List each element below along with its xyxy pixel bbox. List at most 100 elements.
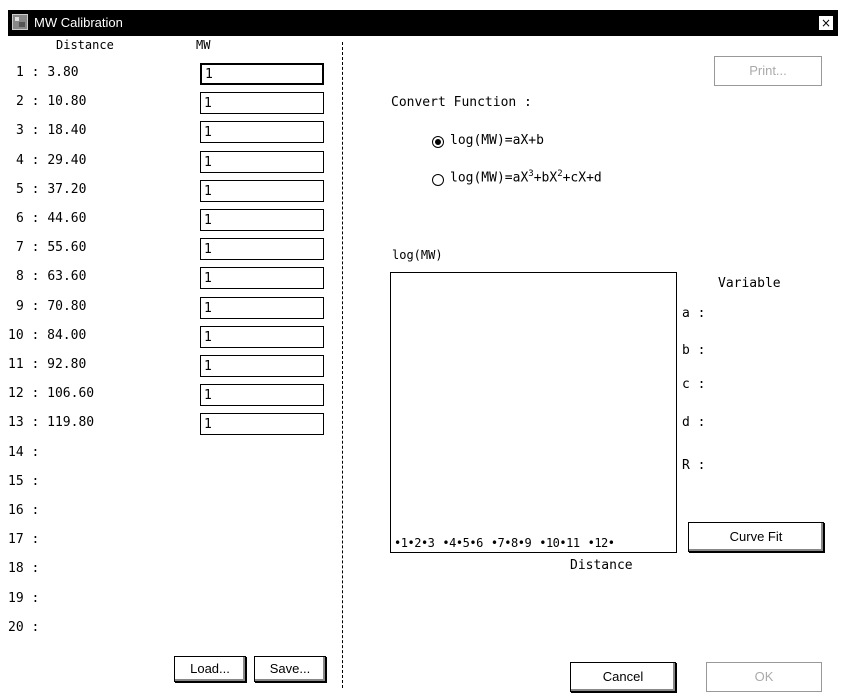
plot-marker: •4 [442,536,456,550]
mw-input-13[interactable] [200,413,324,435]
row-separator: : [23,532,48,547]
row-7-label: 7 : 55.60 [16,240,86,255]
row-distance: 119.80 [47,415,95,430]
app-icon[interactable] [12,14,28,30]
row-index: 17 [8,532,24,547]
row-index: 14 [8,445,24,460]
plot-marker: •8 [504,536,518,550]
mw-input-10[interactable] [200,326,324,348]
mw-header: MW [196,38,211,52]
title-bar[interactable]: MW Calibration × [8,10,838,36]
mw-input-1[interactable] [200,63,324,85]
row-distance: 63.60 [47,269,87,284]
variable-c-label: c : [682,377,706,392]
plot-marker-label: 10 [545,536,560,550]
print-button[interactable]: Print... [714,56,822,86]
row-separator: : [23,415,48,430]
linear-function-text: log(MW)=aX+b [450,133,544,148]
row-separator: : [23,620,48,635]
plot-marker-dot: • [607,536,615,550]
row-separator: : [23,123,48,138]
row-14-label: 14 : [8,445,47,460]
curve-fit-button[interactable]: Curve Fit [688,522,824,552]
distance-header: Distance [56,38,114,52]
linear-function-radio[interactable] [432,136,444,148]
mw-input-8[interactable] [200,267,324,289]
row-distance: 10.80 [47,94,87,109]
row-index: 13 [8,415,24,430]
row-20-label: 20 : [8,620,47,635]
variable-a-label: a : [682,306,706,321]
plot-marker: •10 [539,536,560,550]
plot-marker-label: 2 [414,536,421,550]
row-separator: : [23,65,48,80]
cubic-function-label[interactable]: log(MW)=aX3+bX2+cX+d [450,169,602,185]
save-button[interactable]: Save... [254,656,326,682]
mw-input-3[interactable] [200,121,324,143]
plot-marker-label: 4 [449,536,456,550]
row-index: 10 [8,328,24,343]
row-index: 20 [8,620,24,635]
mw-input-11[interactable] [200,355,324,377]
mw-input-12[interactable] [200,384,324,406]
mw-input-4[interactable] [200,151,324,173]
mw-input-9[interactable] [200,297,324,319]
plot-marker-label: 3 [427,536,435,550]
row-index: 6 [16,211,24,226]
cancel-button[interactable]: Cancel [570,662,676,692]
row-4-label: 4 : 29.40 [16,153,86,168]
row-distance: 3.80 [47,65,79,80]
plot-marker: •12 [588,536,609,550]
row-separator: : [23,299,48,314]
row-1-label: 1 : 3.80 [16,65,79,80]
variable-b-label: b : [682,343,706,358]
load-button[interactable]: Load... [174,656,246,682]
row-index: 5 [16,182,24,197]
plot-marker-label: 8 [511,536,518,550]
calibration-plot [390,272,677,553]
mw-input-7[interactable] [200,238,324,260]
plot-marker: •6 [469,536,483,550]
plot-marker: •11 [559,536,580,550]
cubic-function-radio[interactable] [432,174,444,186]
row-index: 19 [8,591,24,606]
row-separator: : [23,94,48,109]
plot-marker-dot: • [539,536,546,550]
row-distance: 92.80 [47,357,87,372]
mw-input-6[interactable] [200,209,324,231]
row-separator: : [23,269,48,284]
plot-marker: •1 [394,536,408,550]
row-11-label: 11 : 92.80 [8,357,86,372]
row-5-label: 5 : 37.20 [16,182,86,197]
plot-marker: • [608,536,615,550]
plot-marker-dot: • [504,536,512,550]
row-separator: : [23,503,48,518]
linear-function-label[interactable]: log(MW)=aX+b [450,133,544,148]
row-separator: : [23,211,48,226]
plot-marker: •2 [407,536,421,550]
row-index: 2 [16,94,24,109]
plot-marker-label: 11 [566,536,580,550]
ok-button[interactable]: OK [706,662,822,692]
close-button[interactable]: × [818,15,834,31]
row-distance: 84.00 [47,328,87,343]
row-distance: 18.40 [47,123,87,138]
plot-marker: •5 [456,536,470,550]
plot-marker-dot: • [394,536,401,550]
row-18-label: 18 : [8,561,47,576]
variable-r-label: R : [682,458,706,473]
plot-marker-dot: • [420,536,428,550]
window-title: MW Calibration [34,15,123,30]
row-10-label: 10 : 84.00 [8,328,86,343]
row-index: 8 [16,269,24,284]
cubic-text-part2: +bX [533,170,558,186]
plot-marker-label: 9 [524,536,532,550]
variable-d-label: d : [682,415,706,430]
plot-marker: •9 [518,536,532,550]
mw-input-2[interactable] [200,92,324,114]
row-3-label: 3 : 18.40 [16,123,86,138]
row-distance: 29.40 [47,153,87,168]
row-15-label: 15 : [8,474,47,489]
dialog-body: Distance MW 1 : 3.80 2 : 10.80 3 : 18.40 4 … [8,36,838,693]
mw-input-5[interactable] [200,180,324,202]
